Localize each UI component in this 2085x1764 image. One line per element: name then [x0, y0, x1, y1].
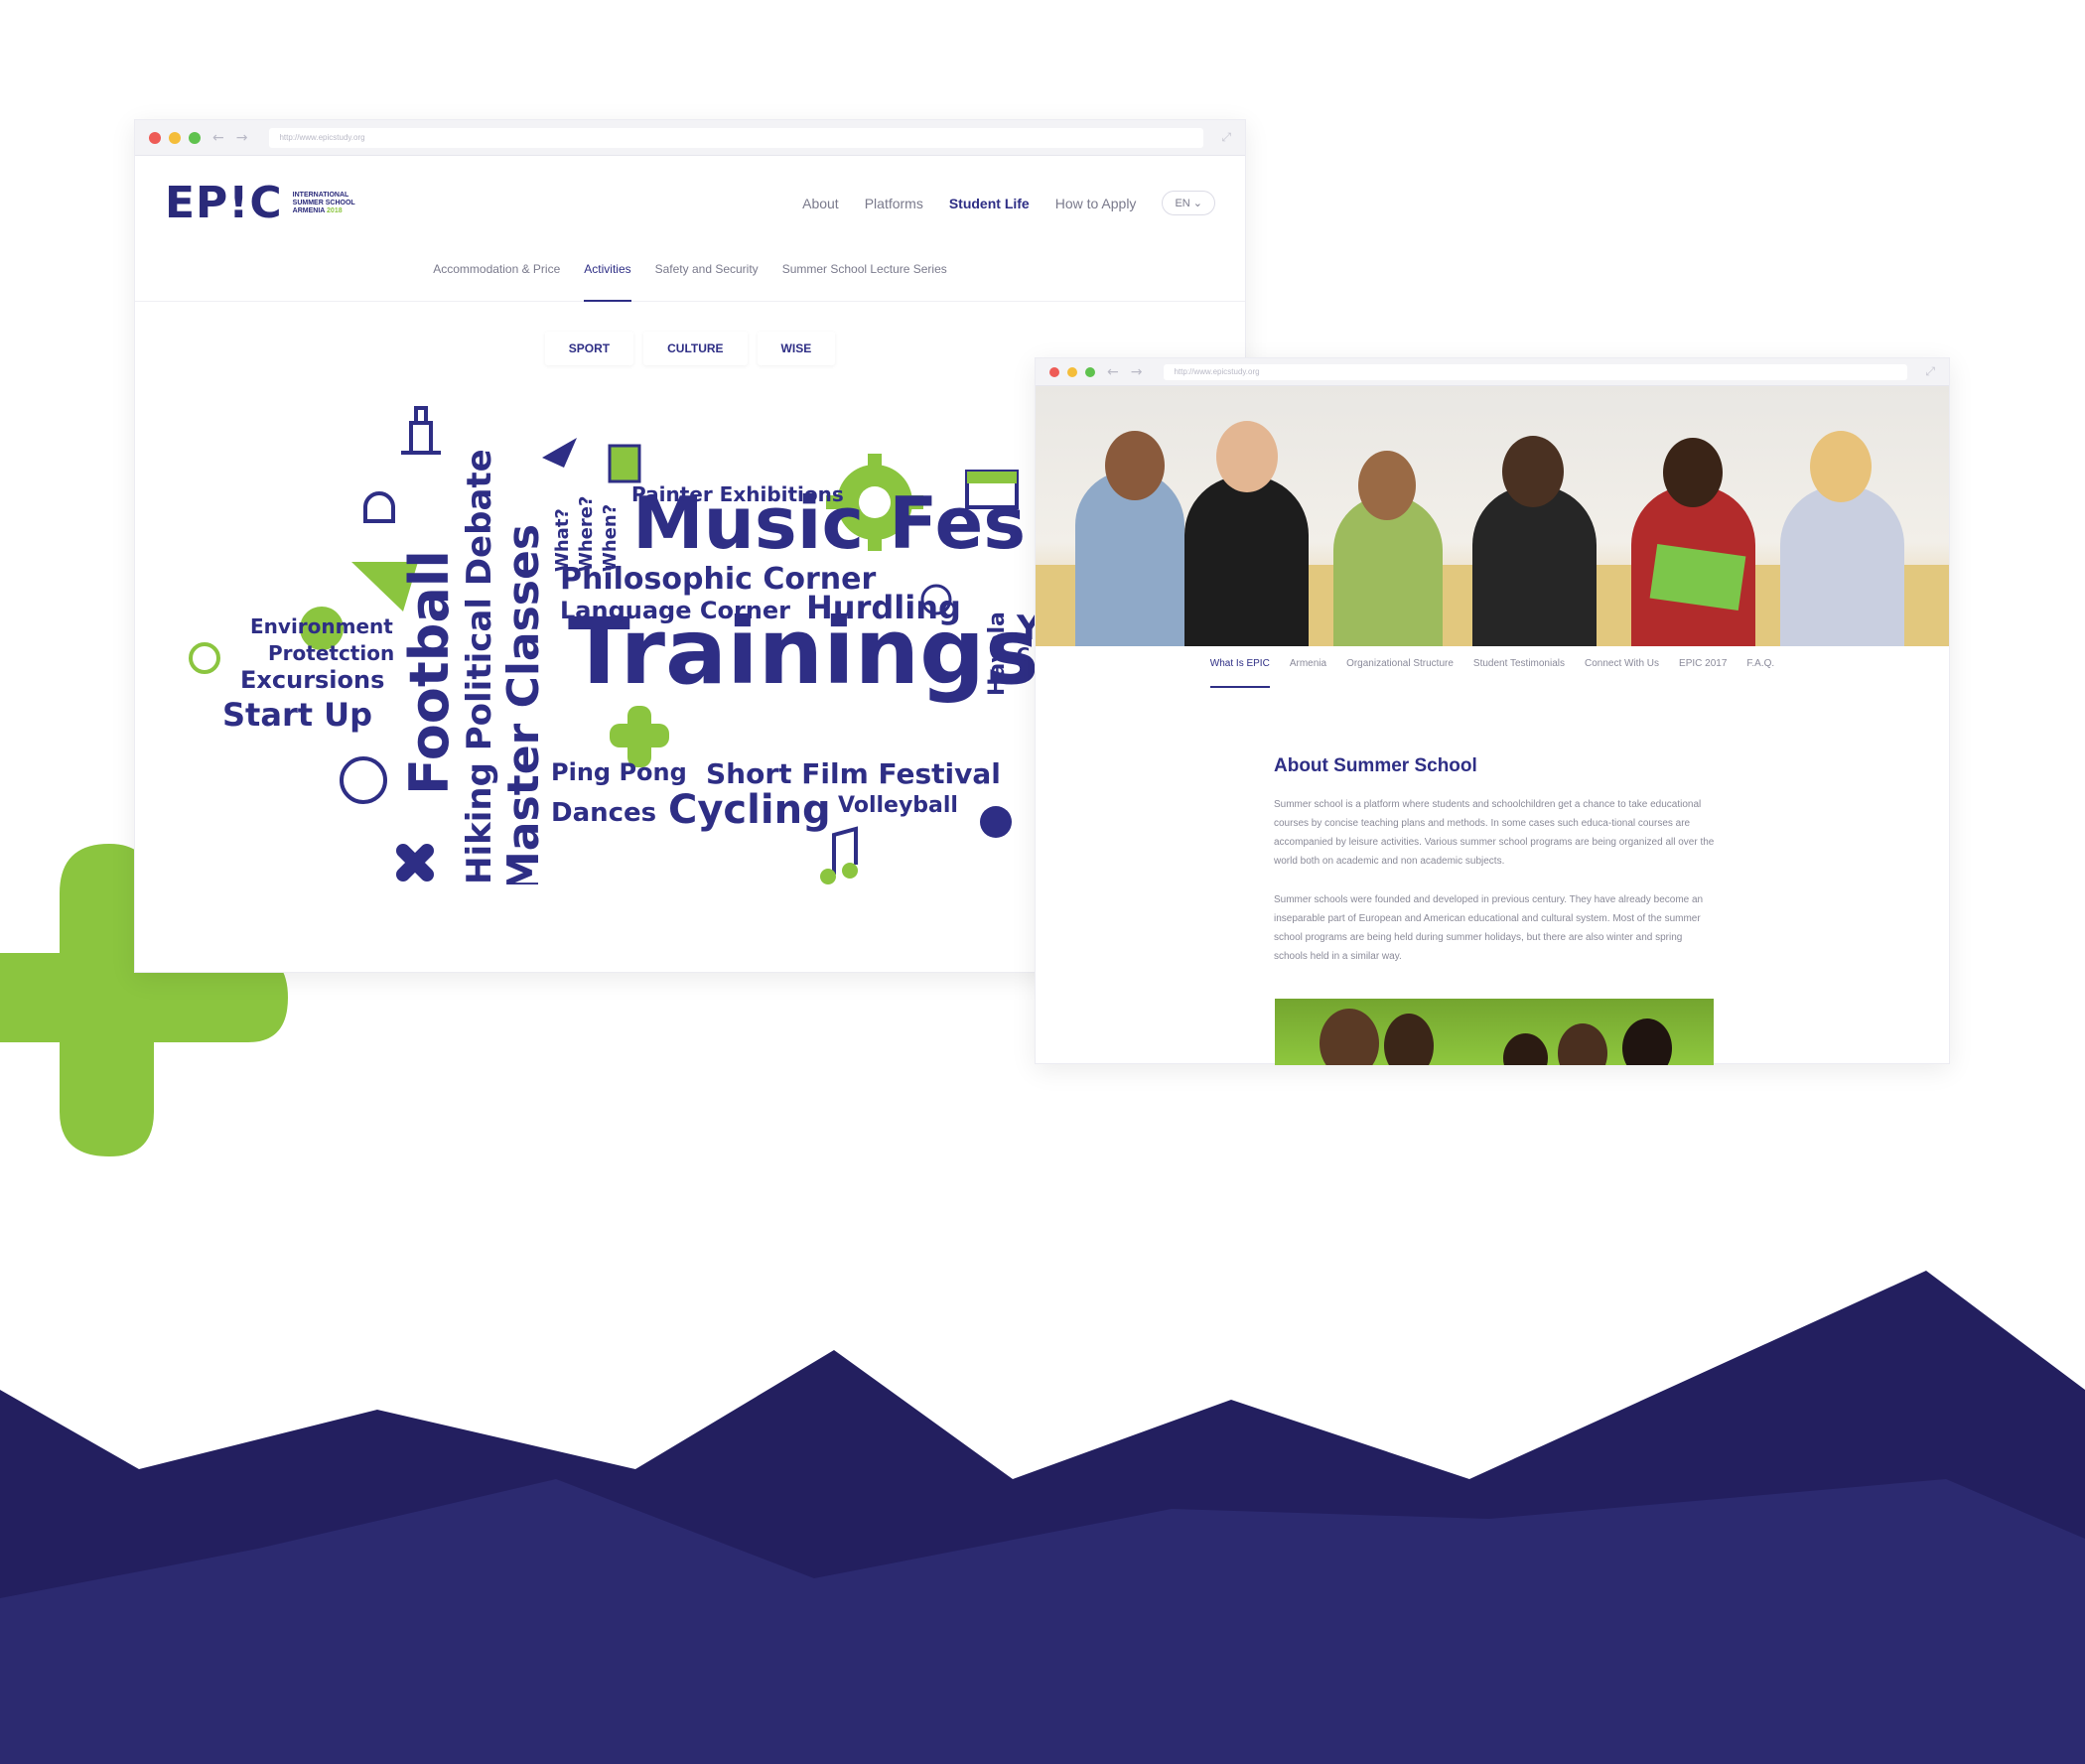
- subnav-accommodation[interactable]: Accommodation & Price: [433, 250, 560, 302]
- student-figure: [1184, 475, 1309, 646]
- browser-window-about: ← → http://www.epicstudy.org ⤢ What Is E…: [1035, 357, 1950, 1065]
- word-havala: Havala: [985, 611, 1010, 696]
- forward-arrow-icon[interactable]: →: [1131, 364, 1143, 380]
- site-header: EP!C INTERNATIONAL SUMMER SCHOOL ARMENIA…: [135, 156, 1245, 250]
- minimize-window-dot[interactable]: [1067, 366, 1077, 377]
- about-article: About Summer School Summer school is a p…: [1274, 755, 1716, 986]
- play-triangle-icon: [542, 438, 577, 468]
- soccer-ball-icon: [340, 756, 387, 804]
- tab-armenia[interactable]: Armenia: [1290, 658, 1326, 688]
- word-hiking-political-debate: Hiking Political Debate: [460, 449, 499, 884]
- url-bar[interactable]: http://www.epicstudy.org: [269, 127, 1204, 148]
- expand-icon[interactable]: ⤢: [1221, 130, 1231, 145]
- tab-what-is-epic[interactable]: What Is EPIC: [1209, 658, 1270, 688]
- student-head: [1663, 438, 1723, 507]
- navy-dot-shape: [980, 806, 1012, 838]
- top-navigation: About Platforms Student Life How to Appl…: [802, 156, 1215, 250]
- word-ping-pong: Ping Pong: [551, 758, 687, 786]
- translate-icon: [608, 444, 641, 483]
- article-paragraph-1: Summer school is a platform where studen…: [1274, 799, 1715, 867]
- back-arrow-icon[interactable]: ←: [212, 130, 224, 146]
- pill-wise[interactable]: WISE: [758, 332, 836, 365]
- logo-subtitle-line3: ARMENIA: [292, 206, 326, 214]
- logo-wordmark: EP!C: [165, 178, 283, 228]
- mountain-backdrop: [0, 1271, 2085, 1764]
- epic-logo[interactable]: EP!C INTERNATIONAL SUMMER SCHOOL ARMENIA…: [165, 178, 355, 228]
- language-select[interactable]: EN ⌄: [1162, 191, 1215, 215]
- word-language-corner: Language Corner: [560, 597, 790, 624]
- word-when: When?: [600, 503, 621, 572]
- word-short-film-festival: Short Film Festival: [706, 757, 1001, 790]
- tab-organizational-structure[interactable]: Organizational Structure: [1346, 658, 1454, 688]
- word-excursions: Excursions: [240, 666, 385, 694]
- word-football: Football: [398, 550, 461, 795]
- forward-arrow-icon[interactable]: →: [236, 130, 248, 146]
- word-master-classes: Master Classes: [498, 523, 549, 884]
- student-head: [1810, 431, 1872, 502]
- word-volleyball: Volleyball: [838, 793, 958, 818]
- expand-icon[interactable]: ⤢: [1925, 364, 1935, 379]
- student-head: [1105, 431, 1165, 500]
- pill-culture[interactable]: CULTURE: [643, 332, 747, 365]
- back-arrow-icon[interactable]: ←: [1107, 364, 1119, 380]
- browser-chrome: ← → http://www.epicstudy.org ⤢: [1036, 358, 1949, 386]
- student-head: [1502, 436, 1564, 507]
- logo-subtitle-line1: INTERNATIONAL: [292, 191, 349, 199]
- maximize-window-dot[interactable]: [189, 131, 201, 144]
- logo-year: 2018: [327, 206, 343, 214]
- student-head: [1358, 451, 1416, 520]
- word-start-up: Start Up: [222, 696, 373, 734]
- nav-student-life[interactable]: Student Life: [949, 196, 1030, 211]
- x-shape: [396, 844, 434, 882]
- word-cycling: Cycling: [668, 787, 831, 833]
- subnav-activities[interactable]: Activities: [584, 250, 631, 302]
- chef-hat-icon: [363, 491, 395, 523]
- tab-student-testimonials[interactable]: Student Testimonials: [1473, 658, 1565, 688]
- word-dances: Dances: [551, 798, 657, 828]
- word-where: Where?: [576, 495, 597, 572]
- maximize-window-dot[interactable]: [1085, 366, 1095, 377]
- subnav-lecture-series[interactable]: Summer School Lecture Series: [782, 250, 947, 302]
- chevron-down-icon: ⌄: [1192, 198, 1202, 209]
- pill-sport[interactable]: SPORT: [545, 332, 633, 365]
- tab-epic-2017[interactable]: EPIC 2017: [1679, 658, 1727, 688]
- url-bar[interactable]: http://www.epicstudy.org: [1164, 363, 1908, 380]
- word-protection: Protetction: [268, 641, 395, 665]
- lightbulb-icon: [189, 642, 220, 674]
- word-hurdling: Hurdling: [806, 589, 961, 626]
- subnav-safety[interactable]: Safety and Security: [655, 250, 759, 302]
- word-environment: Environment: [250, 614, 393, 638]
- browser-chrome: ← → http://www.epicstudy.org ⤢: [135, 120, 1245, 156]
- secondary-navigation: Accommodation & Price Activities Safety …: [135, 250, 1245, 302]
- student-figure: [1472, 485, 1597, 646]
- word-what: What?: [552, 508, 573, 572]
- word-painter-exhibitions: Painter Exhibitions: [631, 482, 844, 506]
- close-window-dot[interactable]: [1049, 366, 1059, 377]
- about-tabs: What Is EPIC Armenia Organizational Stru…: [1036, 646, 1949, 688]
- students-hero-image: [1036, 386, 1949, 646]
- logo-subtitle: INTERNATIONAL SUMMER SCHOOL ARMENIA 2018: [293, 192, 355, 215]
- minimize-window-dot[interactable]: [169, 131, 181, 144]
- chess-piece-icon: [401, 406, 441, 455]
- showcase-stage: ← → http://www.epicstudy.org ⤢ EP!C INTE…: [0, 0, 2085, 1764]
- students-outdoor-image: [1275, 999, 1714, 1065]
- close-window-dot[interactable]: [149, 131, 161, 144]
- language-value: EN: [1175, 198, 1190, 209]
- nav-about[interactable]: About: [802, 196, 839, 211]
- article-paragraph-2: Summer schools were founded and develope…: [1274, 894, 1704, 962]
- tab-connect-with-us[interactable]: Connect With Us: [1585, 658, 1659, 688]
- student-figure: [1780, 485, 1904, 646]
- nav-platforms[interactable]: Platforms: [865, 196, 923, 211]
- student-head: [1216, 421, 1278, 492]
- logo-subtitle-line2: SUMMER SCHOOL: [292, 199, 355, 206]
- article-title: About Summer School: [1274, 755, 1477, 776]
- nav-how-to-apply[interactable]: How to Apply: [1055, 196, 1137, 211]
- word-c: C: [1017, 644, 1031, 665]
- tab-faq[interactable]: F.A.Q.: [1746, 658, 1774, 688]
